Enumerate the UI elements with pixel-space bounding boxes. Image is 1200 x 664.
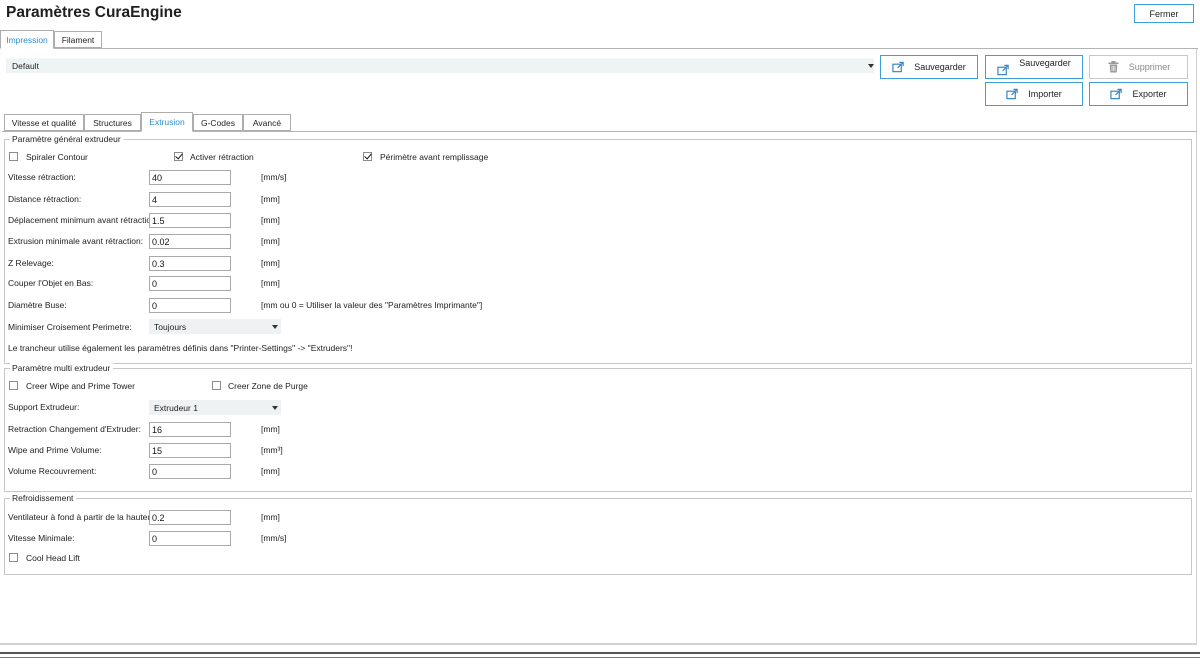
wipe-prime-volume-unit: [mm³] [261, 445, 283, 455]
tab-structures[interactable]: Structures [84, 114, 141, 131]
support-extruder-select-value: Extrudeur 1 [154, 403, 198, 413]
extruder-switch-retraction-unit: [mm] [261, 424, 280, 434]
tab-extrusion[interactable]: Extrusion [141, 112, 193, 132]
nozzle-diameter-unit: [mm ou 0 = Utiliser la valeur des "Param… [261, 300, 483, 310]
fan-full-height-label: Ventilateur à fond à partir de la hauteu… [8, 512, 149, 522]
min-travel-unit: [mm] [261, 215, 280, 225]
z-hop-unit: [mm] [261, 258, 280, 268]
profile-select[interactable]: Default [6, 58, 874, 73]
min-extrusion-input[interactable] [149, 234, 231, 249]
purge-zone-label: Creer Zone de Purge [228, 381, 308, 391]
window-title: Paramètres CuraEngine [6, 4, 182, 21]
tab-impression[interactable]: Impression [0, 30, 54, 49]
min-travel-input[interactable] [149, 213, 231, 228]
min-speed-unit: [mm/s] [261, 533, 287, 543]
retraction-distance-input[interactable] [149, 192, 231, 207]
wipe-prime-volume-input[interactable] [149, 443, 231, 458]
cut-object-input[interactable] [149, 276, 231, 291]
spiral-contour-label: Spiraler Contour [26, 152, 88, 162]
combing-select[interactable]: Toujours [149, 319, 281, 334]
z-hop-label: Z Relevage: [8, 258, 54, 268]
import-button[interactable]: Importer [985, 82, 1083, 106]
chevron-down-icon [868, 64, 874, 68]
bottom-border [0, 643, 1197, 645]
min-speed-label: Vitesse Minimale: [8, 533, 75, 543]
save-as-button-label: Sauvegarder [1019, 58, 1071, 68]
overlap-volume-input[interactable] [149, 464, 231, 479]
save-as-icon [997, 64, 1009, 76]
cool-head-lift-label: Cool Head Lift [26, 553, 80, 563]
perimeter-before-infill-checkbox[interactable] [363, 152, 372, 161]
nozzle-diameter-label: Diamètre Buse: [8, 300, 67, 310]
nozzle-diameter-input[interactable] [149, 298, 231, 313]
retraction-speed-unit: [mm/s] [261, 172, 287, 182]
tab-filament[interactable]: Filament [54, 31, 102, 48]
bottom-edge-line [0, 652, 1200, 654]
overlap-volume-unit: [mm] [261, 466, 280, 476]
cut-object-label: Couper l'Objet en Bas: [8, 278, 94, 288]
extruder-switch-retraction-input[interactable] [149, 422, 231, 437]
wipe-tower-label: Creer Wipe and Prime Tower [26, 381, 135, 391]
close-button[interactable]: Fermer [1134, 4, 1194, 23]
min-extrusion-label: Extrusion minimale avant rétraction: [8, 236, 144, 246]
multi-extruder-legend: Paramètre multi extrudeur [10, 363, 114, 373]
cooling-legend: Refroidissement [10, 493, 77, 503]
tab-vitesse-qualite[interactable]: Vitesse et qualité [4, 114, 84, 131]
enable-retraction-label: Activer rétraction [190, 152, 254, 162]
profile-select-value: Default [12, 61, 39, 71]
purge-zone-checkbox[interactable] [212, 381, 221, 390]
general-extruder-legend: Paramètre général extrudeur [10, 134, 124, 144]
spiral-contour-checkbox[interactable] [9, 152, 18, 161]
overlap-volume-label: Volume Recouvrement: [8, 466, 97, 476]
save-as-button[interactable]: Sauvegarder [985, 55, 1083, 79]
wipe-tower-checkbox[interactable] [9, 381, 18, 390]
retraction-distance-label: Distance rétraction: [8, 194, 82, 204]
slicer-note: Le trancheur utilise également les param… [8, 343, 353, 353]
bottom-edge-line-2 [0, 657, 1200, 658]
export-button[interactable]: Exporter [1089, 82, 1188, 106]
cut-object-unit: [mm] [261, 278, 280, 288]
support-extruder-select[interactable]: Extrudeur 1 [149, 400, 281, 415]
z-hop-input[interactable] [149, 256, 231, 271]
cool-head-lift-checkbox[interactable] [9, 553, 18, 562]
retraction-distance-unit: [mm] [261, 194, 280, 204]
import-icon [1006, 88, 1018, 100]
save-button-label: Sauvegarder [914, 62, 966, 72]
combing-label: Minimiser Croisement Perimetre: [8, 322, 132, 332]
extruder-switch-retraction-label: Retraction Changement d'Extruder: [8, 424, 141, 434]
retraction-speed-label: Vitesse rétraction: [8, 172, 76, 182]
save-icon [892, 61, 904, 73]
tab-gcodes[interactable]: G-Codes [193, 114, 243, 131]
chevron-down-icon [272, 325, 278, 329]
combing-select-value: Toujours [154, 322, 187, 332]
fan-full-height-unit: [mm] [261, 512, 280, 522]
export-button-label: Exporter [1132, 89, 1167, 99]
min-travel-label: Déplacement minimum avant rétraction: [8, 215, 149, 225]
trash-icon [1108, 61, 1119, 73]
fan-full-height-input[interactable] [149, 510, 231, 525]
tab-avance[interactable]: Avancé [243, 114, 291, 131]
export-icon [1110, 88, 1123, 100]
retraction-speed-input[interactable] [149, 170, 231, 185]
wipe-prime-volume-label: Wipe and Prime Volume: [8, 445, 102, 455]
import-button-label: Importer [1028, 89, 1062, 99]
support-extruder-label: Support Extrudeur: [8, 402, 80, 412]
perimeter-before-infill-label: Périmètre avant remplissage [380, 152, 489, 162]
save-button[interactable]: Sauvegarder [880, 55, 978, 79]
min-speed-input[interactable] [149, 531, 231, 546]
enable-retraction-checkbox[interactable] [174, 152, 183, 161]
delete-button-label: Supprimer [1128, 62, 1171, 72]
chevron-down-icon [272, 406, 278, 410]
delete-button[interactable]: Supprimer [1089, 55, 1188, 79]
min-extrusion-unit: [mm] [261, 236, 280, 246]
